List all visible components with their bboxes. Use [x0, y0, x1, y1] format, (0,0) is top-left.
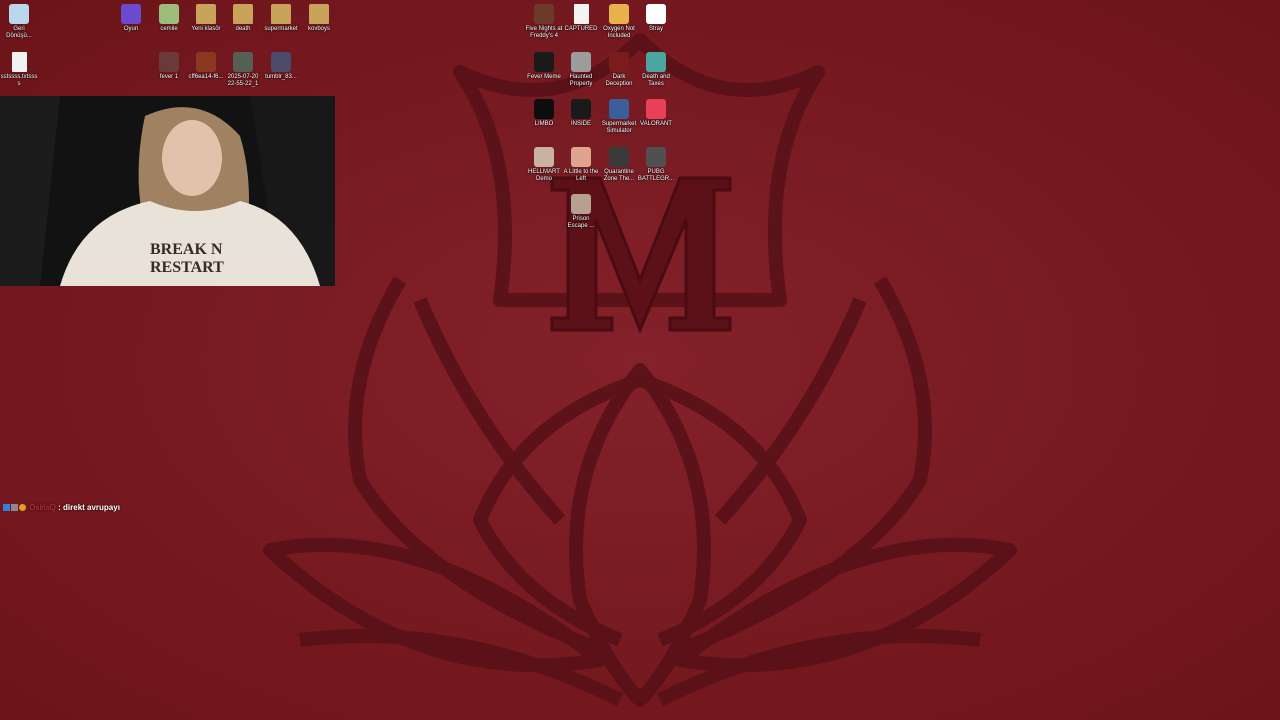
- desktop-icon[interactable]: Dark Deception: [600, 52, 638, 88]
- device-icon: [159, 4, 179, 24]
- desktop-icon-label: Oxygen Not Included: [603, 26, 635, 39]
- desktop-icon-label: HELLMART Demo: [528, 169, 560, 182]
- desktop-icon-label: LIMBO: [534, 121, 554, 127]
- desktop-icon[interactable]: cff6ea14-f6...: [187, 52, 225, 81]
- game-icon: [571, 147, 591, 167]
- desktop-icon-label: cemile: [160, 26, 178, 32]
- desktop-icon[interactable]: Supermarket Simulator: [600, 99, 638, 135]
- folder-icon: [233, 4, 253, 24]
- chat-text: direkt avrupayı: [63, 503, 120, 512]
- desktop-icon[interactable]: VALORANT: [637, 99, 675, 128]
- document-icon: [573, 4, 589, 24]
- desktop-icon-label: VALORANT: [640, 121, 672, 127]
- desktop-icon[interactable]: supermarket: [262, 4, 300, 33]
- desktop-icon-label: A Little to the Left: [563, 169, 599, 182]
- desktop-icon-label: INSIDE: [570, 121, 591, 127]
- folder-icon: [196, 4, 216, 24]
- desktop-icon[interactable]: death: [224, 4, 262, 33]
- chat-username: OsirisQ: [29, 503, 56, 512]
- desktop-icon-label: sstssss.txtssss: [0, 74, 38, 87]
- game-icon: [646, 52, 666, 72]
- desktop-icon-label: Yeni klasör: [191, 26, 221, 32]
- game-icon: [609, 147, 629, 167]
- game-icon: [609, 99, 629, 119]
- desktop-icon-label: CAPTURED: [564, 26, 598, 32]
- desktop-icon-label: death: [235, 26, 251, 32]
- desktop-icon[interactable]: LIMBO: [525, 99, 563, 128]
- desktop-icon-label: tumblr_83...: [265, 74, 297, 80]
- desktop-icon[interactable]: Death and Taxes: [637, 52, 675, 88]
- desktop-icon-label: PUBG BATTLEGR...: [637, 169, 675, 182]
- video-file-icon: [233, 52, 253, 72]
- desktop-icon[interactable]: kovboys: [300, 4, 338, 33]
- desktop-icon-label: Oyun: [123, 26, 139, 32]
- desktop-icon[interactable]: Oyun: [112, 4, 150, 33]
- shirt-text-1: BREAK N: [150, 241, 223, 258]
- desktop-icon-label: 2025-07-20 22-55-22_1: [227, 74, 259, 87]
- folder-icon: [271, 4, 291, 24]
- game-icon: [646, 147, 666, 167]
- cat-icon: [646, 4, 666, 24]
- desktop-icon-label: Supermarket Simulator: [601, 121, 637, 134]
- desktop-icon[interactable]: fever 1: [150, 52, 188, 81]
- game-icon: [534, 147, 554, 167]
- desktop-icon-label: Five Nights at Freddy's 4: [525, 26, 563, 39]
- chat-message: OsirisQ : direkt avrupayı: [3, 503, 120, 512]
- desktop-icon[interactable]: Stray: [637, 4, 675, 33]
- shirt-text-2: RESTART: [150, 259, 224, 276]
- game-icon: [571, 99, 591, 119]
- desktop-icon-label: kovboys: [307, 26, 330, 32]
- app-icon: [121, 4, 141, 24]
- desktop-icon-label: Haunted Property: [569, 74, 593, 87]
- desktop-icon[interactable]: Prison Escape ...: [562, 194, 600, 230]
- desktop-icon[interactable]: Yeni klasör: [187, 4, 225, 33]
- desktop-icon[interactable]: Fever Meme: [525, 52, 563, 81]
- image-file-icon: [196, 52, 216, 72]
- game-icon: [609, 52, 629, 72]
- desktop-icon-label: fever 1: [159, 74, 179, 80]
- game-icon: [534, 4, 554, 24]
- badge-icon: [11, 504, 18, 511]
- badge-icon: [19, 504, 26, 511]
- recycle-bin-icon: [9, 4, 29, 24]
- desktop-icon[interactable]: Geri Dönüşü...: [0, 4, 38, 40]
- chat-separator: :: [55, 503, 64, 512]
- image-file-icon: [271, 52, 291, 72]
- desktop-icon[interactable]: PUBG BATTLEGR...: [637, 147, 675, 183]
- desktop-icon[interactable]: A Little to the Left: [562, 147, 600, 183]
- desktop-icon[interactable]: tumblr_83...: [262, 52, 300, 81]
- desktop-icon[interactable]: INSIDE: [562, 99, 600, 128]
- folder-icon: [309, 4, 329, 24]
- desktop-icon[interactable]: Oxygen Not Included: [600, 4, 638, 40]
- game-icon: [609, 4, 629, 24]
- desktop-icon-label: Prison Escape ...: [567, 216, 595, 229]
- game-icon: [646, 99, 666, 119]
- desktop-icon[interactable]: 2025-07-20 22-55-22_1: [224, 52, 262, 88]
- desktop-icon-label: Quarantine Zone The...: [603, 169, 635, 182]
- desktop-icon[interactable]: Quarantine Zone The...: [600, 147, 638, 183]
- desktop-icon-label: Stray: [648, 26, 663, 32]
- desktop-icon-label: Geri Dönüşü...: [6, 26, 32, 39]
- desktop-icon[interactable]: cemile: [150, 4, 188, 33]
- badge-icon: [3, 504, 10, 511]
- desktop-icon-label: cff6ea14-f6...: [188, 74, 224, 80]
- game-icon: [534, 52, 554, 72]
- game-icon: [571, 52, 591, 72]
- desktop-icon-label: Fever Meme: [527, 74, 561, 80]
- game-icon: [571, 194, 591, 214]
- game-icon: [534, 99, 554, 119]
- webcam-overlay: BREAK N RESTART: [0, 96, 335, 286]
- webcam-feed: BREAK N RESTART: [0, 96, 335, 286]
- desktop-icon[interactable]: HELLMART Demo: [525, 147, 563, 183]
- desktop-icon[interactable]: CAPTURED: [562, 4, 600, 33]
- desktop-icon-label: supermarket: [264, 26, 298, 32]
- image-file-icon: [159, 52, 179, 72]
- desktop-icon-label: Death and Taxes: [642, 74, 670, 87]
- desktop-icon[interactable]: Haunted Property: [562, 52, 600, 88]
- desktop-icon-label: Dark Deception: [605, 74, 633, 87]
- desktop-icon[interactable]: Five Nights at Freddy's 4: [525, 4, 563, 40]
- desktop-icon[interactable]: sstssss.txtssss: [0, 52, 38, 88]
- text-file-icon: [11, 52, 27, 72]
